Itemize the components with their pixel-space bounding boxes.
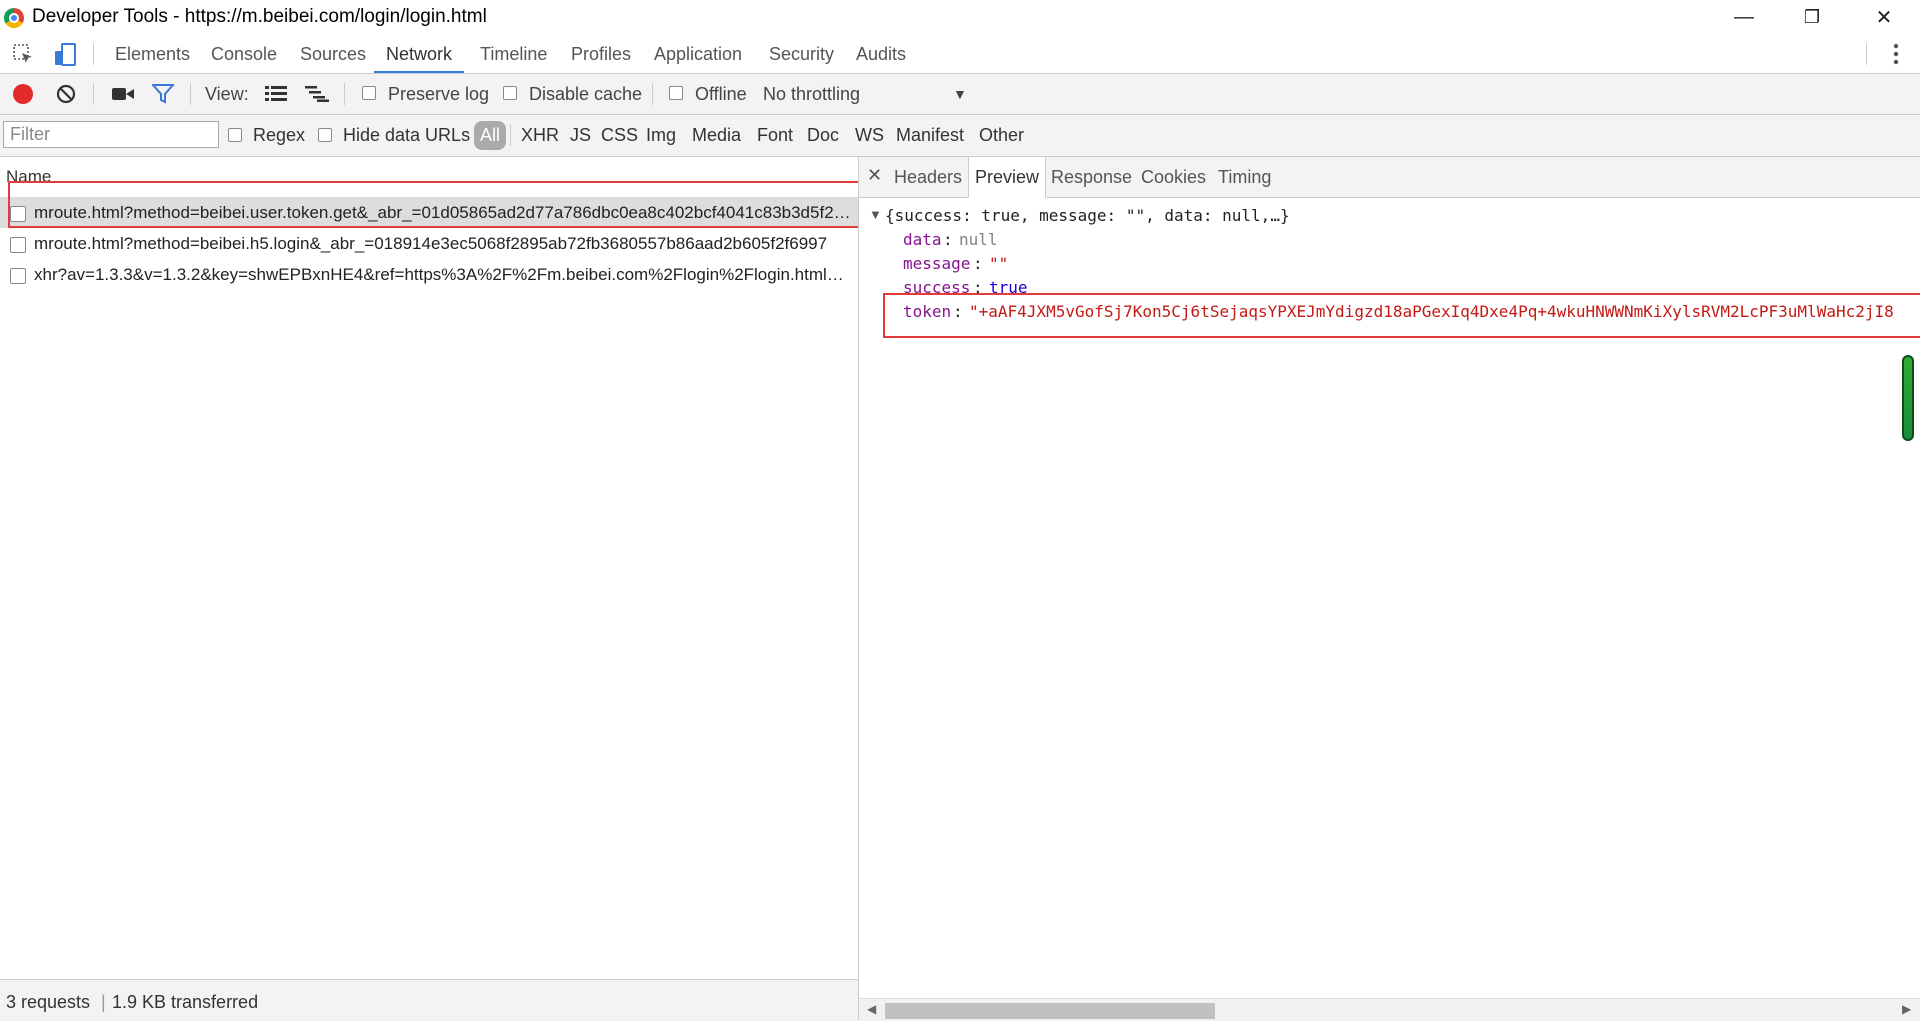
tab-headers[interactable]: Headers: [888, 157, 968, 197]
restore-button[interactable]: ❐: [1778, 0, 1846, 34]
tab-timing[interactable]: Timing: [1212, 157, 1277, 197]
device-toolbar-icon[interactable]: [52, 42, 78, 68]
preserve-log-checkbox[interactable]: [362, 86, 376, 100]
divider: [652, 83, 653, 105]
status-separator: |: [101, 992, 106, 1012]
close-icon: ✕: [1875, 6, 1893, 29]
row-checkbox: [10, 268, 26, 284]
tab-application[interactable]: Application: [642, 35, 754, 73]
expand-triangle-icon[interactable]: ▼: [869, 207, 882, 222]
tab-audits[interactable]: Audits: [844, 35, 918, 73]
json-summary: {success: true, message: "", data: null,…: [885, 206, 1290, 225]
filter-type-doc[interactable]: Doc: [807, 125, 839, 146]
throttling-select[interactable]: No throttling ▼: [763, 78, 971, 110]
request-detail-pane: ✕ Headers Preview Response Cookies Timin…: [859, 157, 1920, 1021]
filter-type-css[interactable]: CSS: [601, 125, 638, 146]
disable-cache-label: Disable cache: [529, 84, 643, 104]
hide-data-urls-checkbox[interactable]: [318, 128, 332, 142]
highlight-box: [8, 181, 869, 228]
overview-waterfall-icon[interactable]: [305, 86, 329, 102]
divider: [344, 83, 345, 105]
more-options-icon[interactable]: [1890, 41, 1902, 67]
inspect-element-icon[interactable]: [12, 43, 36, 67]
table-row[interactable]: xhr?av=1.3.3&v=1.3.2&key=shwEPBxnHE4&ref…: [0, 259, 858, 290]
request-name: xhr?av=1.3.3&v=1.3.2&key=shwEPBxnHE4&ref…: [34, 265, 854, 284]
scroll-left-icon[interactable]: ◀: [867, 1002, 876, 1016]
json-key-data: data: [903, 230, 942, 249]
divider: [93, 83, 94, 105]
close-window-button[interactable]: ✕: [1850, 0, 1918, 34]
minimize-icon: —: [1734, 5, 1754, 28]
highlight-box: [883, 293, 1920, 338]
json-value-data: null: [959, 230, 998, 249]
filter-bar: Regex Hide data URLs All XHR JS CSS Img …: [0, 115, 1920, 157]
chrome-logo-icon: [4, 8, 24, 28]
colon: :: [943, 230, 953, 249]
tab-network[interactable]: Network: [374, 35, 465, 73]
filter-type-manifest[interactable]: Manifest: [896, 125, 964, 146]
pane-divider[interactable]: [858, 157, 859, 1020]
divider: [190, 83, 191, 105]
filter-type-font[interactable]: Font: [757, 125, 793, 146]
capture-screenshots-icon[interactable]: [112, 86, 134, 102]
json-value-message: "": [989, 254, 1009, 273]
divider: [1866, 43, 1867, 65]
filter-type-all[interactable]: All: [474, 121, 507, 150]
side-scroll-handle[interactable]: [1902, 355, 1914, 441]
filter-type-ws[interactable]: WS: [855, 125, 884, 146]
status-bar: 3 requests | 1.9 KB transferred: [0, 979, 858, 1021]
json-key-message: message: [903, 254, 971, 273]
filter-icon[interactable]: [150, 84, 176, 104]
preserve-log-label: Preserve log: [388, 84, 490, 104]
row-checkbox: [10, 237, 26, 253]
view-label: View:: [205, 84, 249, 104]
tab-preview[interactable]: Preview: [968, 157, 1047, 198]
filter-type-img[interactable]: Img: [646, 125, 676, 146]
scrollbar-thumb[interactable]: [885, 1003, 1215, 1019]
title-bar: Developer Tools - https://m.beibei.com/l…: [0, 0, 1920, 34]
window-title: Developer Tools - https://m.beibei.com/l…: [32, 6, 487, 27]
request-list: Name mroute.html?method=beibei.user.toke…: [0, 157, 869, 979]
close-icon[interactable]: ✕: [867, 165, 882, 186]
chevron-down-icon: ▼: [953, 86, 967, 102]
filter-input[interactable]: [3, 121, 219, 148]
restore-icon: ❐: [1803, 6, 1821, 27]
tab-profiles[interactable]: Profiles: [559, 35, 643, 73]
offline-label: Offline: [695, 84, 747, 104]
regex-label: Regex: [253, 125, 306, 145]
transferred-size: 1.9 KB transferred: [112, 992, 259, 1012]
tab-cookies[interactable]: Cookies: [1135, 157, 1212, 197]
tab-response[interactable]: Response: [1045, 157, 1138, 197]
minimize-button[interactable]: —: [1710, 0, 1778, 34]
request-count: 3 requests: [6, 992, 91, 1012]
offline-checkbox[interactable]: [669, 86, 683, 100]
filter-type-xhr[interactable]: XHR: [521, 125, 559, 146]
tab-timeline[interactable]: Timeline: [468, 35, 559, 73]
filter-type-js[interactable]: JS: [570, 125, 591, 146]
disable-cache-checkbox[interactable]: [503, 86, 517, 100]
throttling-value: No throttling: [763, 84, 861, 104]
table-row[interactable]: mroute.html?method=beibei.h5.login&_abr_…: [0, 228, 858, 259]
large-rows-icon[interactable]: [265, 86, 287, 102]
tab-elements[interactable]: Elements: [103, 35, 202, 73]
regex-checkbox[interactable]: [228, 128, 242, 142]
scroll-right-icon[interactable]: ▶: [1902, 1002, 1911, 1016]
devtools-tab-bar: Elements Console Sources Network Timelin…: [0, 35, 1920, 74]
clear-icon[interactable]: [56, 84, 76, 104]
request-name: mroute.html?method=beibei.h5.login&_abr_…: [34, 234, 828, 253]
hide-data-urls-label: Hide data URLs: [343, 125, 471, 145]
divider: [510, 124, 511, 146]
horizontal-scrollbar[interactable]: ◀ ▶: [859, 998, 1920, 1021]
tab-console[interactable]: Console: [199, 35, 289, 73]
filter-type-media[interactable]: Media: [692, 125, 741, 146]
network-toolbar: View: Preserve log Disable cache Offline…: [0, 74, 1920, 115]
filter-type-other[interactable]: Other: [979, 125, 1024, 146]
tab-sources[interactable]: Sources: [288, 35, 378, 73]
detail-tab-bar: ✕ Headers Preview Response Cookies Timin…: [859, 157, 1920, 198]
colon: :: [973, 254, 983, 273]
record-button-icon[interactable]: [13, 84, 33, 104]
tab-security[interactable]: Security: [757, 35, 846, 73]
preview-content: ▼ {success: true, message: "", data: nul…: [859, 198, 1920, 998]
divider: [93, 43, 94, 65]
